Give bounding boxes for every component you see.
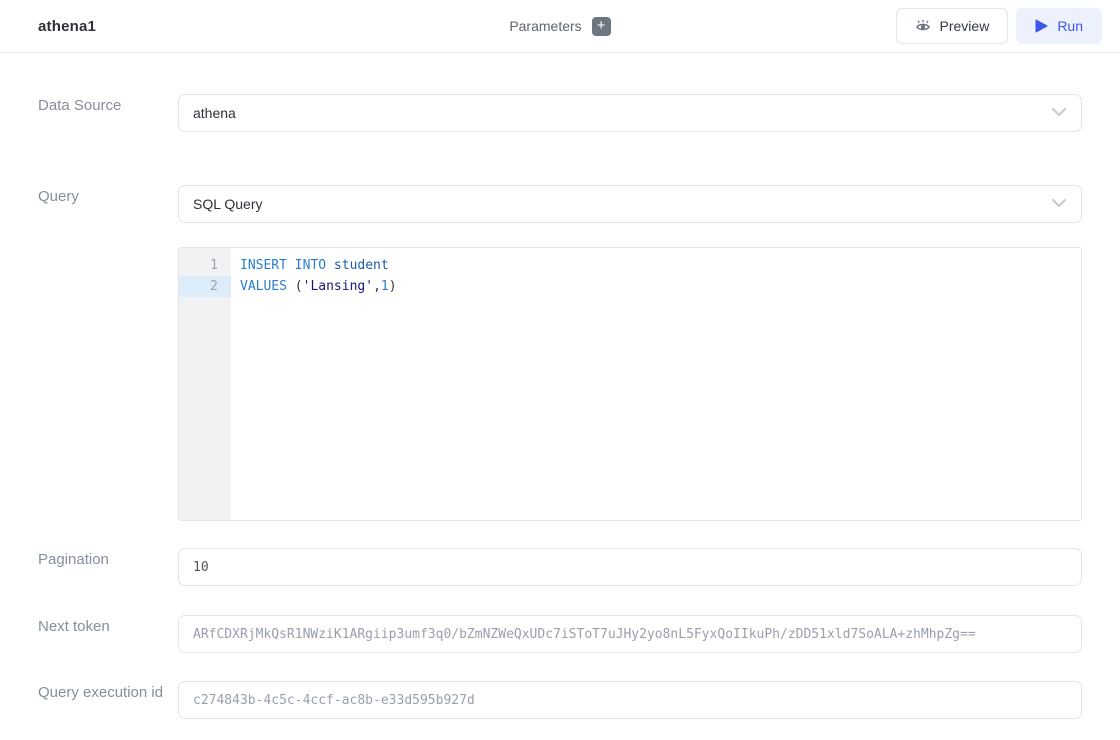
data-source-row: Data Source athena <box>0 94 1082 132</box>
data-source-select[interactable]: athena <box>178 94 1082 132</box>
pagination-row: Pagination <box>0 548 1082 586</box>
topbar-actions: Preview Run <box>896 8 1102 44</box>
pagination-label: Pagination <box>0 548 178 586</box>
data-source-label: Data Source <box>0 94 178 132</box>
sql-editor-label-spacer <box>0 247 178 521</box>
code-editor-lines: 1INSERT INTO student2VALUES ('Lansing',1… <box>179 248 1081 297</box>
chevron-down-icon <box>1051 104 1067 122</box>
data-source-value: athena <box>193 105 236 121</box>
preview-button[interactable]: Preview <box>896 8 1009 44</box>
chevron-down-icon <box>1051 195 1067 213</box>
add-parameter-button[interactable]: + <box>592 17 611 36</box>
query-type-value: SQL Query <box>193 196 263 212</box>
next-token-row: Next token <box>0 615 1082 653</box>
run-button-label: Run <box>1057 18 1083 34</box>
query-title: athena1 <box>38 18 96 35</box>
sql-code-editor[interactable]: 1INSERT INTO student2VALUES ('Lansing',1… <box>178 247 1082 521</box>
next-token-input-wrap <box>178 615 1082 653</box>
top-bar: athena1 Parameters + Preview <box>0 0 1120 53</box>
pagination-input[interactable] <box>193 560 1067 575</box>
run-button[interactable]: Run <box>1016 8 1102 44</box>
query-label: Query <box>0 185 178 223</box>
sql-editor-row: 1INSERT INTO student2VALUES ('Lansing',1… <box>0 247 1082 521</box>
query-type-select[interactable]: SQL Query <box>178 185 1082 223</box>
plus-icon: + <box>597 17 606 34</box>
query-execution-id-row: Query execution id <box>0 681 1082 719</box>
query-type-row: Query SQL Query <box>0 185 1082 223</box>
parameters-label: Parameters <box>509 18 581 34</box>
next-token-label: Next token <box>0 615 178 653</box>
next-token-input[interactable] <box>193 627 1067 642</box>
query-execution-id-input-wrap <box>178 681 1082 719</box>
query-execution-id-input[interactable] <box>193 693 1067 708</box>
query-form: Data Source athena Query SQL Query <box>0 94 1120 719</box>
eye-icon <box>915 19 931 33</box>
query-execution-id-label: Query execution id <box>0 681 178 719</box>
play-icon <box>1035 19 1048 33</box>
pagination-input-wrap <box>178 548 1082 586</box>
preview-button-label: Preview <box>940 18 990 34</box>
